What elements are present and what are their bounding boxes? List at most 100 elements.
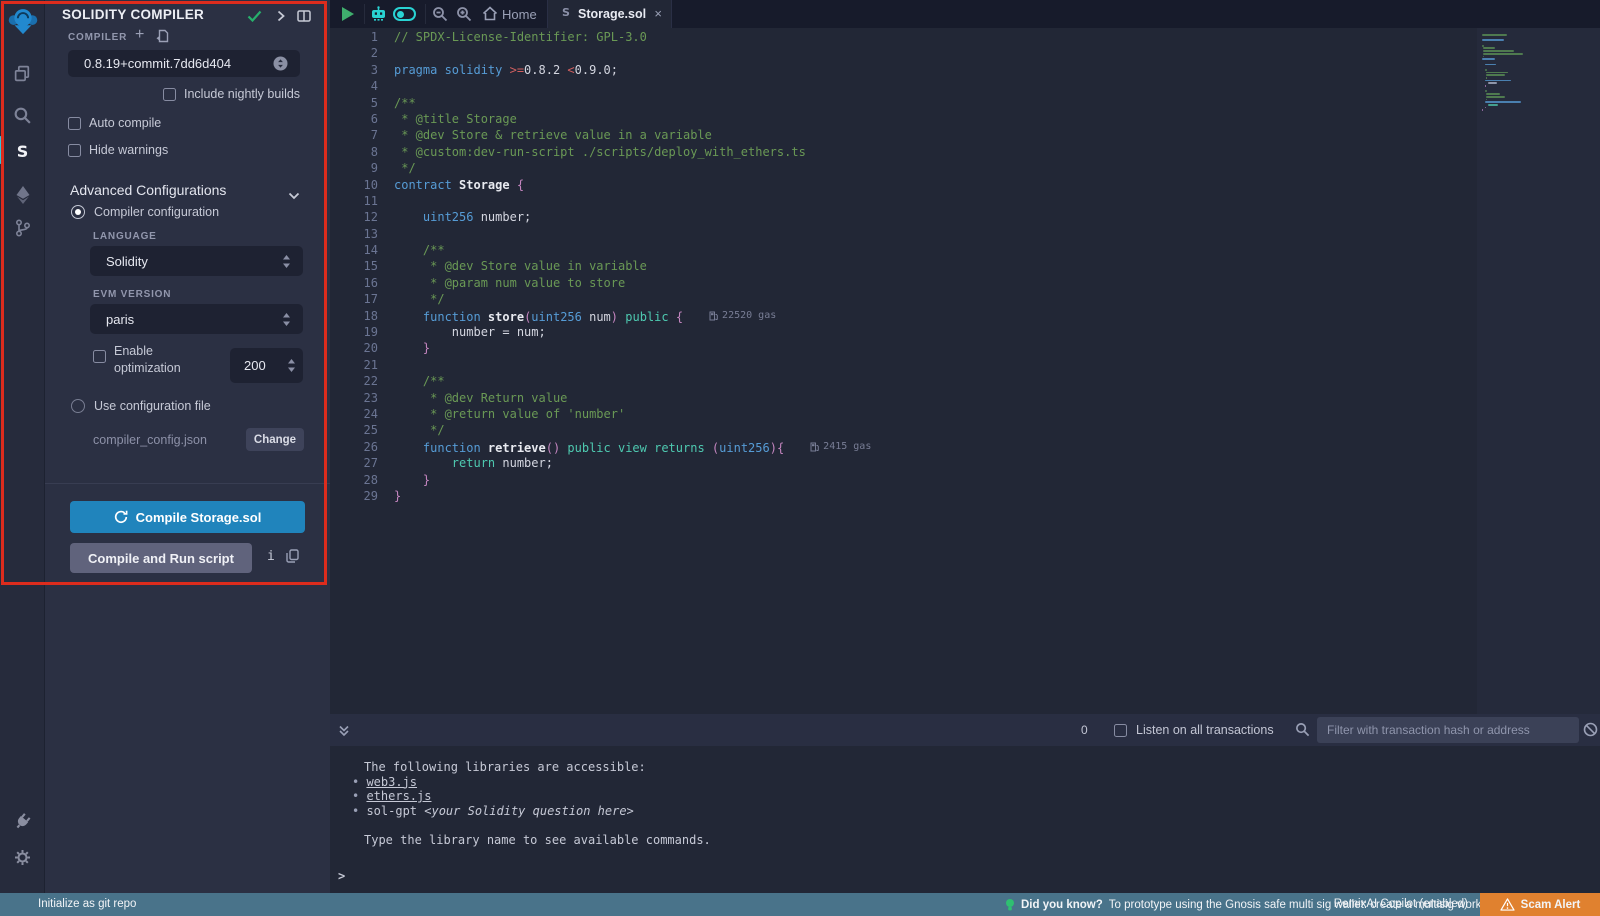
code-line[interactable]: 21 [330,357,1477,373]
evm-version-select[interactable]: paris [90,304,303,334]
ai-robot-icon[interactable] [370,6,387,27]
transaction-filter-input[interactable] [1317,717,1579,743]
terminal-line: • web3.js [330,775,1600,790]
terminal-search-icon[interactable] [1295,722,1310,742]
terminal-link[interactable]: ethers.js [366,789,431,803]
change-config-button[interactable]: Change [246,428,304,451]
code-line[interactable]: 26 function retrieve() public view retur… [330,439,1477,455]
tab-close-icon[interactable]: × [654,6,662,21]
code-line[interactable]: 3pragma solidity >=0.8.2 <0.9.0; [330,62,1477,78]
code-line[interactable]: 12 uint256 number; [330,209,1477,225]
evm-version-label: EVM VERSION [93,289,171,300]
code-line[interactable]: 9 */ [330,160,1477,176]
minimap-line [1482,39,1504,41]
terminal-prompt[interactable]: > [338,869,345,883]
terminal-line: • sol-gpt <your Solidity question here> [330,804,1600,819]
open-file-icon[interactable] [155,29,169,48]
topbar-separator [364,4,365,24]
deploy-run-icon[interactable] [0,180,45,210]
run-script-play-button[interactable] [342,7,354,21]
compile-button[interactable]: Compile Storage.sol [70,501,305,533]
select-arrows-icon [282,255,291,268]
compiler-configuration-radio[interactable] [71,205,85,219]
search-icon[interactable] [0,100,45,130]
code-line[interactable]: 7 * @dev Store & retrieve value in a var… [330,127,1477,143]
listen-transactions-checkbox[interactable] [1114,724,1127,737]
settings-gear-icon[interactable] [0,842,45,872]
compile-and-run-button[interactable]: Compile and Run script [70,543,252,573]
terminal-link[interactable]: web3.js [366,775,417,789]
home-tab-label[interactable]: Home [502,7,537,22]
tab-storage-sol[interactable]: S Storage.sol × [547,0,672,28]
git-init-status[interactable]: Initialize as git repo [38,898,136,910]
zoom-out-icon[interactable] [432,6,448,27]
code-line[interactable]: 10contract Storage { [330,177,1477,193]
code-line[interactable]: 14 /** [330,242,1477,258]
minimap-line [1483,47,1495,49]
code-line[interactable]: 27 return number; [330,455,1477,471]
info-icon[interactable]: i [267,549,275,564]
language-select[interactable]: Solidity [90,246,303,276]
auto-compile-label: Auto compile [89,116,161,130]
include-nightly-checkbox[interactable] [163,88,176,101]
code-line[interactable]: 19 number = num; [330,324,1477,340]
minimap-line [1485,90,1487,92]
code-line[interactable]: 24 * @return value of 'number' [330,406,1477,422]
minimap-line [1485,85,1486,87]
minimap-line [1486,74,1505,76]
editor-topbar: Home S Storage.sol × [330,0,1600,28]
scam-alert-button[interactable]: Scam Alert [1480,893,1600,916]
hide-warnings-checkbox[interactable] [68,144,81,157]
code-line[interactable]: 29} [330,488,1477,504]
advanced-configurations-title[interactable]: Advanced Configurations [70,182,226,198]
compiler-version-select[interactable]: 0.8.19+commit.7dd6d404 [68,50,300,77]
terminal[interactable]: The following libraries are accessible:•… [330,746,1600,893]
remix-logo-icon[interactable] [0,4,45,38]
expand-terminal-icon[interactable] [338,724,350,742]
copilot-status[interactable]: RemixAI Copilot (enabled) [1334,898,1468,910]
solidity-compiler-icon[interactable]: S [0,136,45,166]
code-line[interactable]: 4 [330,78,1477,94]
config-file-name: compiler_config.json [93,433,207,447]
advanced-chevron-down-icon[interactable] [288,187,300,205]
code-line[interactable]: 28 } [330,472,1477,488]
git-icon[interactable] [0,213,45,243]
code-line[interactable]: 15 * @dev Store value in variable [330,258,1477,274]
clear-terminal-icon[interactable] [1583,722,1598,742]
refresh-icon [114,510,128,524]
use-configuration-file-radio[interactable] [71,399,85,413]
code-line[interactable]: 25 */ [330,422,1477,438]
copy-icon[interactable] [286,549,299,568]
code-line[interactable]: 1// SPDX-License-Identifier: GPL-3.0 [330,29,1477,45]
minimap-line [1482,58,1495,60]
minimap[interactable] [1477,28,1600,714]
panel-chevron-right-icon[interactable] [277,9,285,27]
minimap-line [1483,50,1514,52]
auto-compile-checkbox[interactable] [68,117,81,130]
listen-transactions-label: Listen on all transactions [1136,723,1274,737]
code-line[interactable]: 11 [330,193,1477,209]
plugin-manager-icon[interactable] [0,806,45,836]
language-value: Solidity [106,254,148,269]
code-line[interactable]: 13 [330,226,1477,242]
code-line[interactable]: 2 [330,45,1477,61]
code-editor[interactable]: 1// SPDX-License-Identifier: GPL-3.023pr… [330,28,1600,714]
code-line[interactable]: 23 * @dev Return value [330,390,1477,406]
enable-optimization-checkbox[interactable] [93,350,106,363]
code-line[interactable]: 16 * @param num value to store [330,275,1477,291]
pin-panel-icon[interactable] [297,9,311,27]
add-compiler-icon[interactable]: + [135,26,144,44]
code-line[interactable]: 5/** [330,95,1477,111]
copilot-toggle[interactable] [393,7,416,21]
code-line[interactable]: 18 function store(uint256 num) public {2… [330,308,1477,324]
code-line[interactable]: 6 * @title Storage [330,111,1477,127]
file-explorer-icon[interactable] [0,58,45,88]
remix-ide-window: S SOLIDITY COMPILER COMPILER + [0,0,1600,916]
code-line[interactable]: 8 * @custom:dev-run-script ./scripts/dep… [330,144,1477,160]
code-line[interactable]: 22 /** [330,373,1477,389]
zoom-in-icon[interactable] [456,6,472,27]
code-line[interactable]: 20 } [330,340,1477,356]
code-line[interactable]: 17 */ [330,291,1477,307]
runs-stepper-icon[interactable] [287,359,296,377]
home-icon[interactable] [482,6,498,26]
